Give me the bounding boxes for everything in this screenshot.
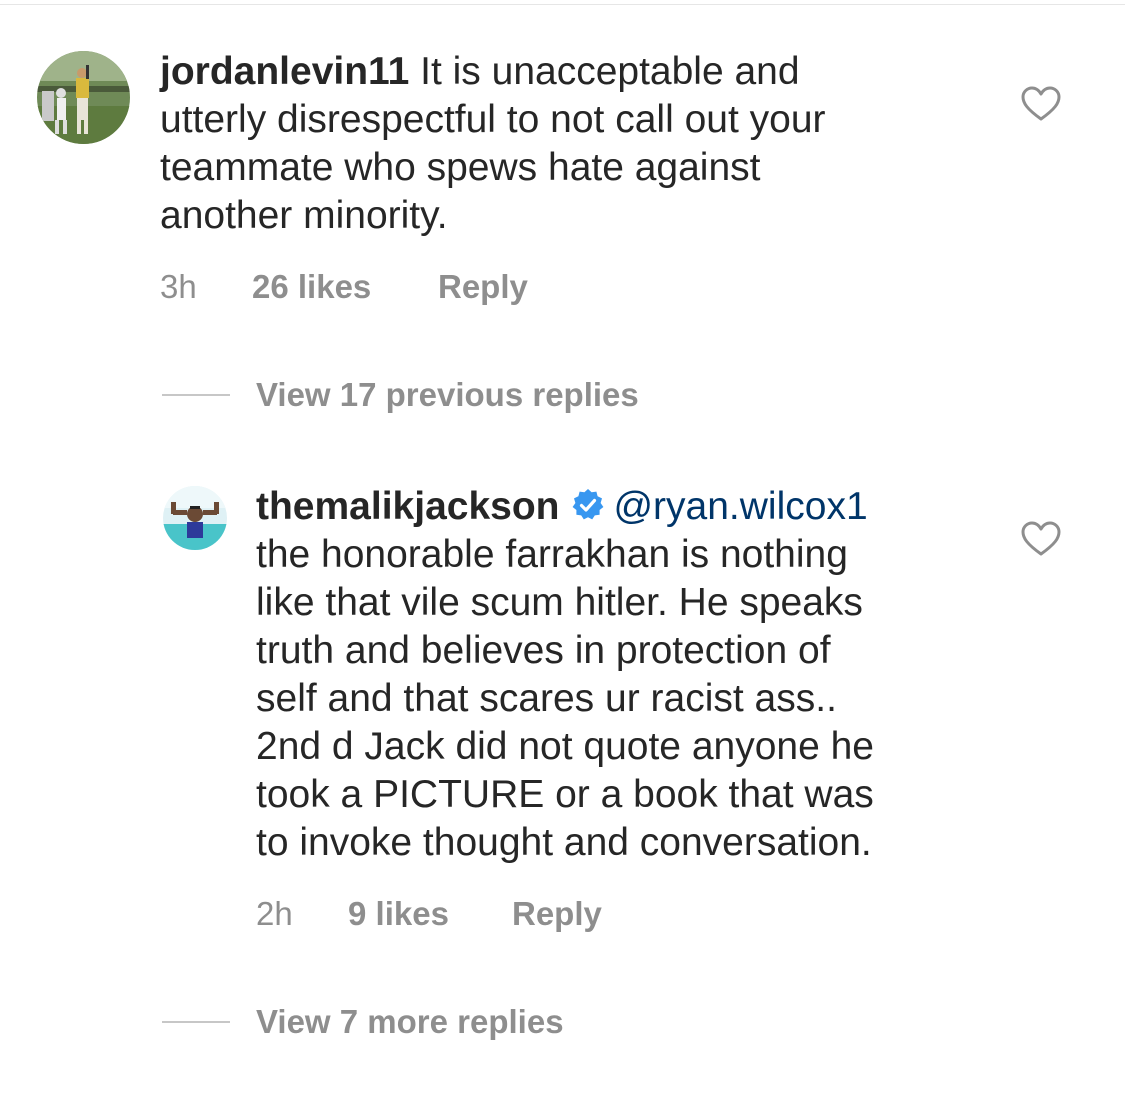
avatar-themalikjackson[interactable]: [163, 486, 227, 550]
comment-line: self and that scares ur racist ass..: [256, 677, 837, 720]
comment-line: another minority.: [160, 194, 448, 237]
replies-divider-line: [162, 1021, 230, 1023]
comment-line: teammate who spews hate against: [160, 146, 761, 189]
view-more-replies-label[interactable]: View 7 more replies: [256, 1002, 564, 1042]
avatar-jordanlevin11[interactable]: [37, 51, 130, 144]
comment-body: themalikjackson @ryan.wilcox1 the honora…: [256, 483, 874, 867]
comment-line: It is unacceptable and: [420, 50, 800, 93]
username[interactable]: themalikjackson: [256, 485, 559, 528]
comment-line: the honorable farrakhan is nothing: [256, 533, 848, 576]
likes-count[interactable]: 26 likes: [252, 267, 438, 307]
view-previous-replies-label[interactable]: View 17 previous replies: [256, 375, 639, 415]
comment-line: like that vile scum hitler. He speaks: [256, 581, 863, 624]
person-flexing-photo: [163, 486, 227, 550]
comment-line: utterly disrespectful to not call out yo…: [160, 98, 826, 141]
reply-button[interactable]: Reply: [512, 894, 602, 934]
comment-line: to invoke thought and conversation.: [256, 821, 872, 864]
baseball-player-photo: [37, 51, 130, 144]
mention-link[interactable]: @ryan.wilcox1: [613, 485, 867, 528]
comment-meta: 3h 26 likes Reply: [160, 267, 528, 307]
likes-count[interactable]: 9 likes: [348, 894, 512, 934]
view-more-replies[interactable]: View 7 more replies: [162, 1002, 564, 1042]
comment-meta: 2h 9 likes Reply: [256, 894, 602, 934]
comment-line: truth and believes in protection of: [256, 629, 831, 672]
verified-badge-icon: [571, 488, 605, 522]
timestamp: 2h: [256, 895, 293, 932]
reply-button[interactable]: Reply: [438, 267, 528, 307]
username[interactable]: jordanlevin11: [160, 50, 409, 93]
heart-outline-icon[interactable]: [1021, 521, 1061, 557]
comment-line: took a PICTURE or a book that was: [256, 773, 874, 816]
heart-outline-icon[interactable]: [1021, 86, 1061, 122]
comment-body: jordanlevin11 It is unacceptable and utt…: [160, 48, 826, 240]
timestamp: 3h: [160, 268, 197, 305]
view-previous-replies[interactable]: View 17 previous replies: [162, 375, 639, 415]
replies-divider-line: [162, 394, 230, 396]
top-divider: [0, 4, 1125, 5]
comment-line: 2nd d Jack did not quote anyone he: [256, 725, 874, 768]
